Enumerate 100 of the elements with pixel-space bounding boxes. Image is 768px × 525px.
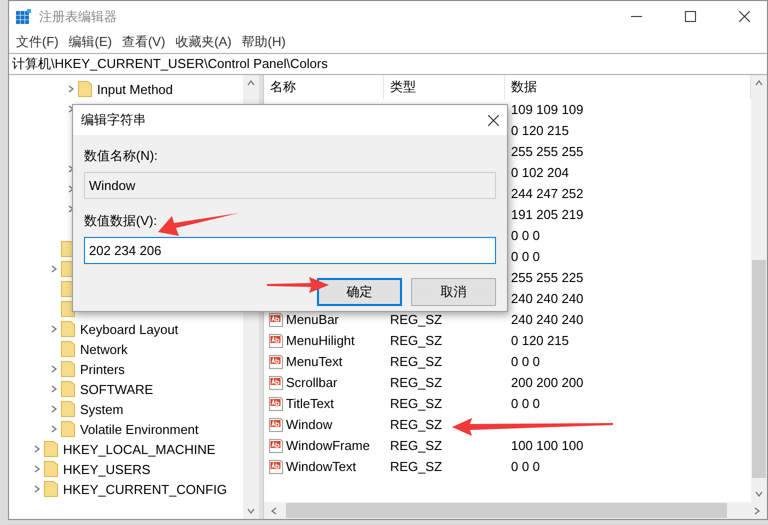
value-data: 240 240 240	[511, 291, 584, 306]
tree-item[interactable]: System	[80, 402, 124, 416]
menu-item[interactable]: 编辑(E)	[64, 32, 117, 52]
chevron-right-icon[interactable]	[50, 265, 58, 273]
value-data: 0 0 0	[511, 228, 540, 243]
string-value-icon	[268, 416, 284, 432]
chevron-right-icon[interactable]	[753, 506, 761, 514]
value-data: 109 109 109	[511, 102, 584, 117]
tree-item[interactable]: HKEY_CURRENT_CONFIG	[63, 482, 227, 496]
string-value-icon	[268, 332, 284, 348]
folder-icon	[61, 361, 75, 377]
chevron-right-icon[interactable]	[50, 425, 58, 433]
value-type: REG_SZ	[390, 375, 442, 390]
tree-item[interactable]: Network	[80, 342, 128, 356]
folder-icon	[61, 341, 75, 357]
string-value-icon	[268, 374, 284, 390]
tree-item[interactable]: Keyboard Layout	[80, 322, 178, 336]
value-data: 100 100 100	[511, 438, 584, 453]
chevron-up-icon[interactable]	[755, 79, 763, 87]
chevron-right-icon[interactable]	[50, 365, 58, 373]
chevron-up-icon[interactable]	[247, 79, 255, 87]
folder-icon	[78, 81, 92, 97]
tree-item[interactable]: HKEY_USERS	[63, 462, 150, 476]
value-data: 0 120 215	[511, 333, 569, 348]
folder-icon	[61, 401, 75, 417]
value-data-field[interactable]: 202 234 206	[84, 237, 496, 264]
chevron-down-icon[interactable]	[755, 490, 763, 498]
chevron-right-icon[interactable]	[33, 465, 41, 473]
value-type: REG_SZ	[390, 417, 442, 432]
chevron-left-icon[interactable]	[270, 506, 278, 514]
chevron-right-icon[interactable]	[67, 185, 75, 193]
chevron-right-icon[interactable]	[67, 85, 75, 93]
maximize-icon	[684, 11, 696, 22]
value-name[interactable]: Scrollbar	[286, 375, 338, 390]
value-type: REG_SZ	[390, 354, 442, 369]
dialog-title: 编辑字符串	[81, 111, 146, 129]
chevron-right-icon[interactable]	[50, 385, 58, 393]
menu-item[interactable]: 收藏夹(A)	[170, 32, 237, 52]
value-name[interactable]: MenuHilight	[286, 333, 355, 348]
value-data: 0 0 0	[511, 396, 540, 411]
tree-item[interactable]: HKEY_LOCAL_MACHINE	[63, 442, 216, 456]
value-data: 0 120 215	[511, 123, 569, 138]
value-data: 0 102 204	[511, 165, 569, 180]
dialog-button[interactable]: 确定	[317, 278, 402, 306]
value-data: 240 240 240	[511, 312, 584, 327]
column-header[interactable]: 名称	[264, 75, 384, 99]
folder-icon	[44, 481, 58, 497]
folder-icon	[61, 421, 75, 437]
string-value-icon	[268, 458, 284, 474]
scrollbar[interactable]	[751, 75, 767, 502]
value-name[interactable]: WindowText	[286, 459, 356, 474]
tree-item[interactable]: Printers	[80, 362, 125, 376]
chevron-right-icon[interactable]	[67, 165, 75, 173]
value-type: REG_SZ	[390, 312, 442, 327]
window-title: 注册表编辑器	[39, 8, 118, 26]
value-data: 244 247 252	[511, 186, 584, 201]
value-data: 0 0 0	[511, 354, 540, 369]
menu-item[interactable]: 查看(V)	[116, 32, 170, 52]
value-type: REG_SZ	[390, 459, 442, 474]
value-name[interactable]: MenuBar	[286, 312, 339, 327]
tree-item[interactable]: SOFTWARE	[80, 382, 154, 396]
folder-icon	[61, 381, 75, 397]
menu-item[interactable]: 文件(F)	[11, 32, 64, 52]
value-name[interactable]: WindowFrame	[286, 438, 370, 453]
value-name[interactable]: TitleText	[286, 396, 334, 411]
chevron-right-icon[interactable]	[33, 445, 41, 453]
annotation-arrow	[267, 276, 329, 294]
scrollbar[interactable]	[264, 502, 767, 519]
field-label: 数值名称(N):	[84, 147, 158, 165]
string-value-icon	[268, 354, 284, 370]
dialog-button[interactable]: 取消	[411, 278, 496, 306]
folder-icon	[44, 461, 58, 477]
folder-icon	[44, 441, 58, 457]
tree-item[interactable]: Input Method	[97, 82, 173, 96]
value-data: 0 0 0	[511, 459, 540, 474]
value-name[interactable]: Window	[286, 417, 332, 432]
folder-icon	[61, 301, 75, 317]
tree-item[interactable]: Volatile Environment	[80, 422, 199, 436]
value-data: 0 0 0	[511, 249, 540, 264]
close-icon	[738, 11, 750, 22]
chevron-right-icon[interactable]	[67, 205, 75, 213]
value-type: REG_SZ	[390, 438, 442, 453]
value-data: 255 255 255	[511, 144, 584, 159]
address-bar[interactable]: 计算机\HKEY_CURRENT_USER\Control Panel\Colors	[9, 53, 767, 75]
value-data: 255 255 225	[511, 270, 584, 285]
chevron-right-icon[interactable]	[50, 325, 58, 333]
column-header[interactable]: 类型	[384, 75, 505, 99]
value-type: REG_SZ	[390, 333, 442, 348]
value-name-field[interactable]: Window	[84, 172, 496, 199]
string-value-icon	[268, 396, 284, 412]
value-name[interactable]: MenuText	[286, 354, 342, 369]
chevron-down-icon[interactable]	[247, 507, 255, 515]
chevron-right-icon[interactable]	[33, 485, 41, 493]
value-data: 191 205 219	[511, 207, 584, 222]
close-icon[interactable]	[488, 114, 499, 126]
registry-app-icon	[15, 8, 31, 24]
value-type: REG_SZ	[390, 396, 442, 411]
chevron-right-icon[interactable]	[67, 105, 75, 113]
chevron-right-icon[interactable]	[50, 405, 58, 413]
menu-item[interactable]: 帮助(H)	[236, 32, 291, 52]
